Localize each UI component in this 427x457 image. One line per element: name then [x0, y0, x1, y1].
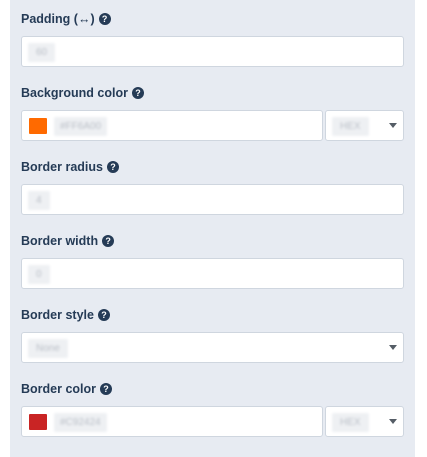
background-color-input[interactable]: #FF6A00	[21, 110, 323, 141]
background-color-label-text: Background color	[21, 86, 128, 100]
chevron-down-icon	[389, 345, 397, 350]
padding-input[interactable]: 60	[21, 36, 404, 67]
background-color-format-select[interactable]: HEX	[325, 110, 404, 141]
padding-label: Padding (↔) ?	[21, 11, 111, 27]
border-style-select[interactable]: None	[21, 332, 404, 363]
border-radius-label: Border radius ?	[21, 159, 119, 175]
border-color-format-value: HEX	[332, 413, 369, 432]
help-icon[interactable]: ?	[131, 87, 144, 99]
padding-value: 60	[28, 43, 56, 62]
border-color-input[interactable]: #C92424	[21, 406, 323, 437]
border-radius-input[interactable]: 4	[21, 184, 404, 215]
border-color-label-text: Border color	[21, 382, 97, 396]
border-color-label: Border color ?	[21, 381, 113, 397]
border-color-format-select[interactable]: HEX	[325, 406, 404, 437]
border-width-label-text: Border width	[21, 234, 99, 248]
border-style-label-text: Border style	[21, 308, 94, 322]
help-icon[interactable]: ?	[97, 309, 110, 321]
border-color-swatch[interactable]	[29, 414, 47, 430]
border-color-value: #C92424	[54, 413, 107, 432]
background-color-label: Background color ?	[21, 85, 144, 101]
padding-label-text: Padding (↔)	[21, 12, 95, 26]
border-width-value: 0	[28, 265, 50, 284]
border-style-value: None	[28, 339, 68, 358]
help-icon[interactable]: ?	[106, 161, 119, 173]
background-color-format-value: HEX	[332, 117, 369, 136]
help-icon[interactable]: ?	[102, 235, 115, 247]
border-style-label: Border style ?	[21, 307, 110, 323]
help-icon[interactable]: ?	[100, 383, 113, 395]
style-settings-panel: Padding (↔) ? 60 Background color ? #FF6…	[10, 0, 415, 457]
border-width-input[interactable]: 0	[21, 258, 404, 289]
border-radius-value: 4	[28, 191, 50, 210]
chevron-down-icon	[389, 419, 397, 424]
border-width-label: Border width ?	[21, 233, 115, 249]
background-color-value: #FF6A00	[54, 117, 108, 136]
chevron-down-icon	[389, 123, 397, 128]
help-icon[interactable]: ?	[98, 13, 111, 25]
border-radius-label-text: Border radius	[21, 160, 103, 174]
background-color-swatch[interactable]	[29, 118, 47, 134]
